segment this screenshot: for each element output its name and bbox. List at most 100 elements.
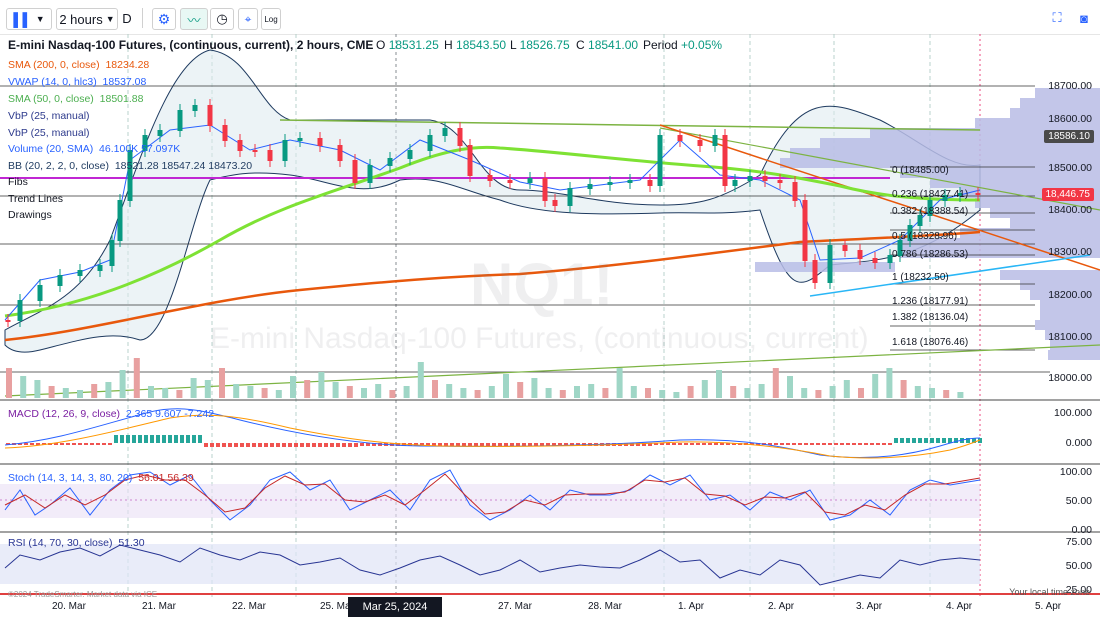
interval-select[interactable]: 2 hours ▼ xyxy=(56,8,118,30)
ohlc-period: Period +0.05% xyxy=(643,38,722,52)
candle-body xyxy=(527,178,533,183)
macd-histogram-bar xyxy=(690,443,694,445)
day-button[interactable]: D xyxy=(120,8,134,28)
legend-stoch[interactable]: Stoch (14, 3, 14, 3, 80, 20) 56.01 56.39 xyxy=(8,472,194,484)
compare-button[interactable]: ⌖ xyxy=(238,8,258,30)
volume-bar xyxy=(247,386,254,398)
volume-bar xyxy=(815,390,822,398)
macd-histogram-bar xyxy=(312,443,316,447)
candle-body xyxy=(282,140,288,161)
volume-bar xyxy=(91,384,98,398)
timezone-label[interactable]: Your local time zone xyxy=(1009,587,1090,597)
line-chart-icon: 〰 xyxy=(187,12,201,28)
candle-body xyxy=(487,175,493,181)
macd-histogram-bar xyxy=(792,443,796,445)
legend-vwap[interactable]: VWAP (14, 0, hlc3) 18537.08 xyxy=(8,76,146,88)
macd-histogram-bar xyxy=(522,443,526,446)
legend-vbp-1[interactable]: VbP (25, manual) xyxy=(8,110,90,122)
sma50-value: 18501.88 xyxy=(99,93,144,105)
macd-histogram-bar xyxy=(318,443,322,447)
stoch-axis-label: 50.00 xyxy=(1065,495,1092,507)
candle-body xyxy=(177,110,183,131)
volume-bar xyxy=(77,390,83,398)
fullscreen-button[interactable]: ⛶ xyxy=(1048,8,1066,28)
candle-body xyxy=(777,180,783,183)
macd-histogram-bar xyxy=(666,443,670,445)
volume-bar xyxy=(659,390,666,398)
legend-bb[interactable]: BB (20, 2, 2, 0, close) 18521.28 18547.2… xyxy=(8,160,252,172)
candle-body xyxy=(77,270,83,276)
volume-bar xyxy=(446,384,453,398)
volume-bar xyxy=(801,388,808,398)
candle-body xyxy=(812,260,818,283)
volume-bar xyxy=(119,370,126,398)
legend-sma50[interactable]: SMA (50, 0, close) 18501.88 xyxy=(8,93,143,105)
candle-body xyxy=(192,105,198,111)
macd-histogram-bar xyxy=(858,443,862,445)
macd-histogram-bar xyxy=(708,443,712,445)
macd-histogram-bar xyxy=(144,435,148,443)
gear-icon: ⚙ xyxy=(157,10,171,27)
candles-icon: ▌▌ xyxy=(13,11,32,27)
settings-button[interactable]: ⚙ xyxy=(152,8,176,30)
vwap-value: 18537.08 xyxy=(102,76,147,88)
candle-body xyxy=(407,150,413,159)
candle-body xyxy=(117,200,123,241)
macd-histogram-bar xyxy=(804,443,808,445)
macd-histogram-bar xyxy=(282,443,286,447)
clock-icon: ◷ xyxy=(216,11,228,26)
macd-histogram-bar xyxy=(720,443,724,445)
volume-bar xyxy=(488,386,495,398)
macd-histogram-bar xyxy=(294,443,298,447)
legend-vbp-2[interactable]: VbP (25, manual) xyxy=(8,127,90,139)
candle-body xyxy=(587,184,593,189)
low-label: L xyxy=(510,38,517,52)
x-axis-label: 27. Mar xyxy=(498,601,532,612)
volume-value: 46.100K 57.097K xyxy=(99,143,181,155)
macd-histogram-bar xyxy=(672,443,676,445)
macd-histogram-bar xyxy=(864,443,868,445)
vbp2-name: VbP (25, manual) xyxy=(8,127,90,139)
open-label: O xyxy=(376,38,386,52)
legend-fibs[interactable]: Fibs xyxy=(8,176,28,188)
legend-rsi[interactable]: RSI (14, 70, 30, close) 51.30 xyxy=(8,537,145,549)
screenshot-button[interactable]: ◙ xyxy=(1074,8,1094,28)
x-axis-label: 4. Apr xyxy=(946,601,973,612)
replay-button[interactable]: ◷ xyxy=(210,8,234,30)
toolbar-divider xyxy=(142,8,143,28)
current-price-tag: 18586.10 xyxy=(1044,130,1094,143)
legend-trend-lines[interactable]: Trend Lines xyxy=(8,193,63,205)
macd-histogram-bar xyxy=(186,435,190,443)
macd-histogram-bar xyxy=(288,443,292,447)
candle-body xyxy=(802,200,808,261)
trend-lines-label: Trend Lines xyxy=(8,193,64,205)
chart-title: E-mini Nasdaq-100 Futures, (continuous, … xyxy=(8,38,374,52)
fib-label: 1.618 (18076.46) xyxy=(892,337,969,348)
price-axis-label: 18600.00 xyxy=(1048,113,1092,125)
stoch-axis-label: 100.00 xyxy=(1059,466,1092,478)
legend-volume[interactable]: Volume (20, SMA) 46.100K 57.097K xyxy=(8,143,180,155)
sma200-name: SMA (200, 0, close) xyxy=(8,59,100,71)
macd-histogram-bar xyxy=(828,443,832,445)
legend-sma200[interactable]: SMA (200, 0, close) 18234.28 xyxy=(8,59,149,71)
candle-body xyxy=(567,188,573,206)
candle-body xyxy=(975,193,981,195)
log-scale-button[interactable]: Log xyxy=(261,8,281,30)
candle-body xyxy=(467,145,473,176)
rsi-value: 51.30 xyxy=(118,537,145,549)
legend-drawings[interactable]: Drawings xyxy=(8,209,52,221)
chart-type-button[interactable]: ▌▌ ▼ xyxy=(6,8,52,30)
candle-body xyxy=(747,176,753,181)
volume-bar xyxy=(20,376,27,398)
indicators-button[interactable]: 〰 xyxy=(180,8,208,30)
legend-macd[interactable]: MACD (12, 26, 9, close) 2.365 9.607 -7.2… xyxy=(8,408,214,420)
macd-histogram-bar xyxy=(78,443,82,445)
volume-bar xyxy=(389,390,396,398)
macd-histogram-bar xyxy=(900,438,904,443)
candle-body xyxy=(442,128,448,136)
candle-body xyxy=(97,265,103,271)
candle-body xyxy=(297,138,303,141)
macd-histogram-bar xyxy=(516,443,520,446)
price-axis-label: 18000.00 xyxy=(1048,372,1092,384)
volume-bar xyxy=(304,380,311,398)
